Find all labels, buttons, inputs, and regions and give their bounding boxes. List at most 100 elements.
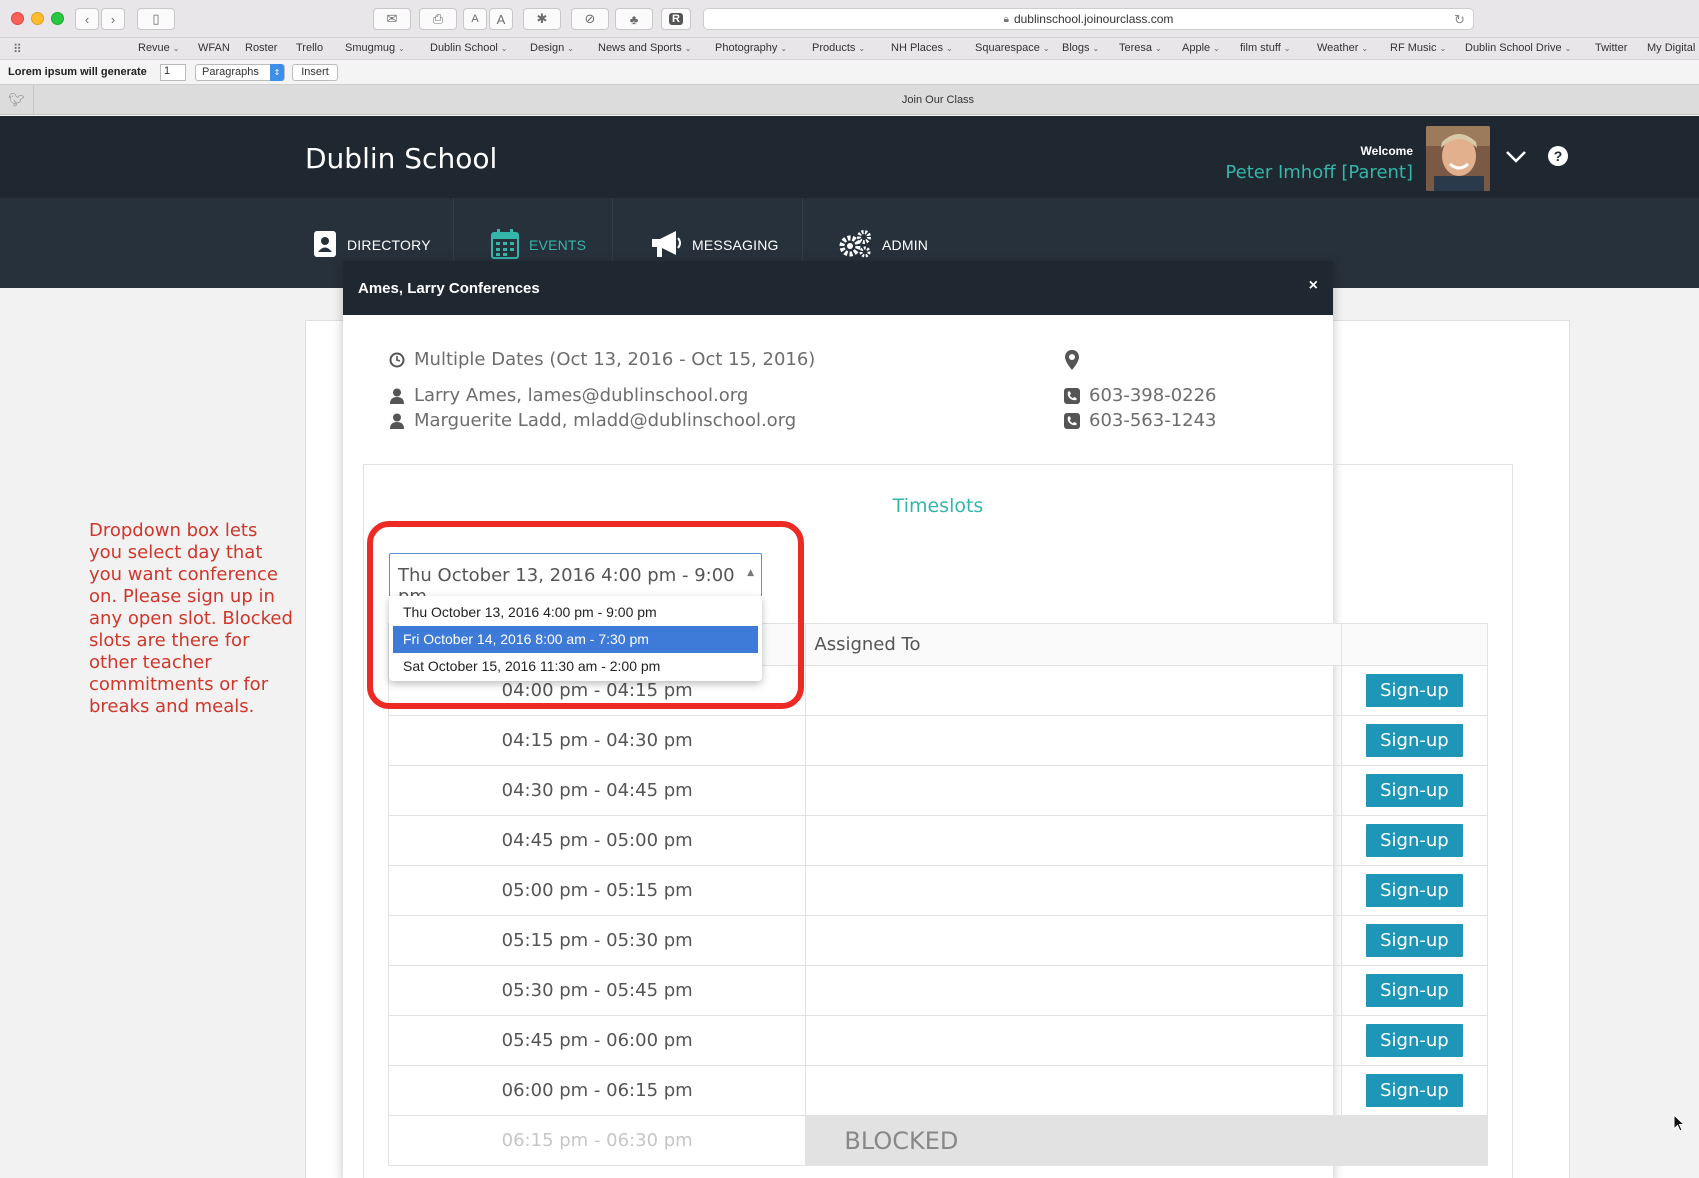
bookmark-item[interactable]: Blogs ⌄	[1062, 42, 1099, 54]
bookmark-item[interactable]: Weather ⌄	[1317, 42, 1368, 54]
sidebar-toggle-icon[interactable]: ▯	[137, 8, 175, 30]
minimize-window-button[interactable]	[31, 12, 44, 25]
bookmark-label: My Digital	[1647, 42, 1696, 54]
print-icon[interactable]: ⎙	[419, 8, 457, 30]
bookmark-label: RF Music	[1390, 42, 1437, 54]
chevron-down-icon[interactable]	[1505, 144, 1527, 170]
bookmark-item[interactable]: Trello	[296, 42, 323, 54]
chevron-down-icon: ⌄	[500, 44, 508, 53]
avatar[interactable]	[1426, 126, 1490, 191]
contact-1: Larry Ames, lames@dublinschool.org	[386, 385, 748, 406]
app-header: Dublin School Welcome Peter Imhoff [Pare…	[0, 116, 1699, 198]
slot-assigned	[805, 1065, 1342, 1116]
slot-assigned	[805, 665, 1342, 716]
blocked-label: BLOCKED	[805, 1115, 1488, 1166]
nav-messaging[interactable]: MESSAGING	[650, 228, 779, 262]
megaphone-icon	[650, 230, 682, 261]
text-smaller-icon[interactable]: A	[463, 8, 487, 30]
bookmark-item[interactable]: Revue ⌄	[138, 42, 180, 54]
table-row: 04:15 pm - 04:30 pm Sign-up	[387, 715, 1489, 766]
phone-2: 603-563-1243	[1061, 410, 1217, 431]
extension-puzzle-icon[interactable]: ♣	[615, 8, 653, 30]
chevron-down-icon: ⌄	[1564, 44, 1572, 53]
extension-r-icon[interactable]: R	[661, 8, 691, 30]
bookmark-item[interactable]: Twitter	[1595, 42, 1627, 54]
bookmark-label: WFAN	[198, 42, 230, 54]
signup-button[interactable]: Sign-up	[1366, 1024, 1463, 1057]
nav-admin-label: ADMIN	[882, 237, 929, 253]
slot-assigned	[805, 915, 1342, 966]
text-larger-icon[interactable]: A	[489, 8, 513, 30]
bookmark-label: Apple	[1182, 42, 1211, 54]
bookmark-item[interactable]: Design ⌄	[530, 42, 574, 54]
nav-events[interactable]: EVENTS	[491, 228, 586, 262]
bookmark-item[interactable]: Dublin School Drive ⌄	[1465, 42, 1571, 54]
forward-button[interactable]: ›	[101, 8, 125, 30]
event-modal: Ames, Larry Conferences × Multiple Dates…	[343, 261, 1513, 1178]
slot-action-cell: Sign-up	[1340, 1065, 1489, 1116]
chevron-down-icon: ⌄	[172, 44, 180, 53]
bookmark-item[interactable]: Products ⌄	[812, 42, 865, 54]
slot-action-cell: Sign-up	[1340, 665, 1489, 716]
signup-button[interactable]: Sign-up	[1366, 1074, 1463, 1107]
phone-1-text[interactable]: 603-398-0226	[1089, 385, 1217, 406]
signup-button[interactable]: Sign-up	[1366, 724, 1463, 757]
lorem-type-value: Paragraphs	[202, 66, 259, 78]
tab-title[interactable]: Join Our Class	[0, 94, 1699, 106]
bookmark-item[interactable]: Squarespace ⌄	[975, 42, 1050, 54]
bookmark-label: Dublin School	[430, 42, 498, 54]
signup-button[interactable]: Sign-up	[1366, 874, 1463, 907]
bookmark-item[interactable]: Apple ⌄	[1182, 42, 1220, 54]
signup-button[interactable]: Sign-up	[1366, 824, 1463, 857]
signup-button[interactable]: Sign-up	[1366, 674, 1463, 707]
bookmark-item[interactable]: RF Music ⌄	[1390, 42, 1446, 54]
zoom-window-button[interactable]	[51, 12, 64, 25]
school-name[interactable]: Dublin School	[305, 142, 497, 175]
bookmark-item[interactable]: NH Places ⌄	[891, 42, 953, 54]
table-row: 05:00 pm - 05:15 pm Sign-up	[387, 865, 1489, 916]
extension-bug-icon[interactable]: ✱	[523, 8, 561, 30]
nav-directory-label: DIRECTORY	[347, 237, 431, 253]
phone-2-text[interactable]: 603-563-1243	[1089, 410, 1217, 431]
contact-2-text[interactable]: Marguerite Ladd, mladd@dublinschool.org	[414, 410, 796, 431]
address-bar[interactable]: 🔒︎ dublinschool.joinourclass.com ↻	[703, 8, 1474, 30]
bookmark-item[interactable]: WFAN	[198, 42, 230, 54]
slot-assigned	[805, 715, 1342, 766]
apps-grid-icon[interactable]: ⠿	[13, 42, 22, 56]
close-button[interactable]: ×	[1309, 277, 1318, 295]
lorem-insert-button[interactable]: Insert	[292, 64, 338, 81]
bookmark-item[interactable]: Dublin School ⌄	[430, 42, 508, 54]
extension-compass-icon[interactable]: ⊘	[571, 8, 609, 30]
signup-button[interactable]: Sign-up	[1366, 974, 1463, 1007]
back-button[interactable]: ‹	[75, 8, 99, 30]
bookmark-item[interactable]: film stuff ⌄	[1240, 42, 1290, 54]
bookmark-item[interactable]: Teresa ⌄	[1119, 42, 1162, 54]
mail-icon[interactable]: ✉	[373, 8, 411, 30]
slot-assigned	[805, 765, 1342, 816]
bookmark-item[interactable]: Smugmug ⌄	[345, 42, 405, 54]
bookmark-item[interactable]: Roster	[245, 42, 277, 54]
bookmark-label: Blogs	[1062, 42, 1090, 54]
close-window-button[interactable]	[11, 12, 24, 25]
bookmark-item[interactable]: Photography ⌄	[715, 42, 787, 54]
user-name[interactable]: Peter Imhoff [Parent]	[1225, 162, 1413, 183]
contact-1-text[interactable]: Larry Ames, lames@dublinschool.org	[414, 385, 748, 406]
slot-action-cell: Sign-up	[1340, 915, 1489, 966]
help-icon[interactable]: ?	[1548, 146, 1568, 166]
mouse-cursor-icon	[1673, 1113, 1686, 1137]
signup-button[interactable]: Sign-up	[1366, 924, 1463, 957]
reload-icon[interactable]: ↻	[1454, 12, 1465, 28]
chevron-down-icon: ⌄	[780, 44, 788, 53]
lorem-type-select[interactable]: Paragraphs ⇕	[195, 64, 285, 81]
signup-button[interactable]: Sign-up	[1366, 774, 1463, 807]
bookmark-label: Teresa	[1119, 42, 1153, 54]
chevron-down-icon: ⌄	[1213, 44, 1220, 53]
chevron-down-icon: ⌄	[1283, 44, 1291, 53]
bookmarks-bar: ⠿ Revue ⌄ WFAN Roster Trello Smugmug ⌄ Dublin S…	[0, 38, 1699, 60]
nav-admin[interactable]: ADMIN	[838, 228, 928, 262]
bookmark-item[interactable]: News and Sports ⌄	[598, 42, 691, 54]
nav-directory[interactable]: DIRECTORY	[313, 228, 431, 262]
bookmark-item[interactable]: My Digital	[1647, 42, 1695, 54]
slot-time: 05:00 pm - 05:15 pm	[387, 865, 807, 916]
lorem-count-input[interactable]: 1	[160, 64, 186, 81]
